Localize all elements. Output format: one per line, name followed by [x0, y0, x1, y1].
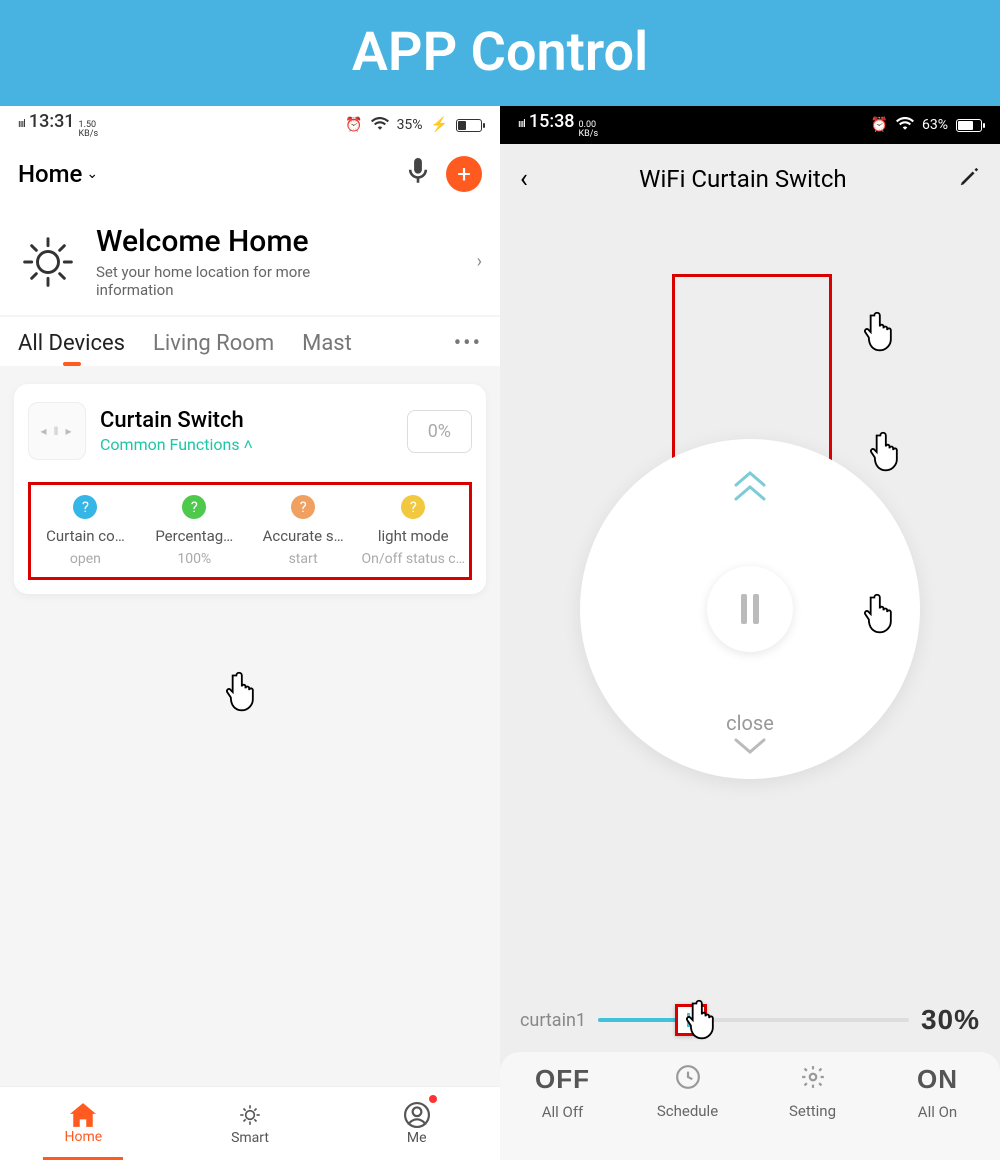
user-icon	[404, 1102, 430, 1128]
device-title: WiFi Curtain Switch	[528, 165, 958, 193]
device-card[interactable]: ◂ ‖ ▸ Curtain Switch Common Functions ˄ …	[14, 384, 486, 594]
home-screen: ıııl 13:31 1.50KB/s ⏰ 35% ⚡ Home ⌄	[0, 106, 500, 1160]
function-percentage[interactable]: ? Percentag… 100%	[140, 495, 249, 567]
chevron-down-icon: ⌄	[86, 166, 98, 182]
action-all-off[interactable]: OFF All Off	[500, 1064, 625, 1160]
tab-living-room[interactable]: Living Room	[153, 331, 274, 356]
edit-button[interactable]	[958, 166, 980, 193]
status-bar-right: ıııl 15:38 0.00KB/s ⏰ 63%	[500, 106, 1000, 144]
wifi-icon	[896, 116, 914, 134]
sun-icon	[18, 232, 78, 292]
welcome-title: Welcome Home	[96, 224, 376, 259]
function-light-mode[interactable]: ? light mode On/off status c…	[358, 495, 469, 567]
device-header: ‹ WiFi Curtain Switch	[500, 144, 1000, 214]
home-icon	[70, 1103, 96, 1127]
back-button[interactable]: ‹	[520, 164, 528, 194]
battery-icon	[456, 119, 482, 132]
bottom-nav: Home Smart Me	[0, 1086, 500, 1160]
device-control-screen: ıııl 15:38 0.00KB/s ⏰ 63% ‹ WiFi Curtain…	[500, 106, 1000, 1160]
battery-percent: 35%	[397, 117, 423, 133]
wifi-icon	[371, 116, 389, 134]
signal-icon: ıııl	[18, 117, 25, 130]
clock-icon	[625, 1064, 750, 1096]
hand-cursor-icon	[862, 430, 906, 474]
open-button[interactable]	[726, 467, 774, 511]
welcome-card[interactable]: Welcome Home Set your home location for …	[0, 204, 500, 315]
close-button[interactable]	[730, 730, 770, 763]
hand-cursor-icon	[856, 310, 900, 354]
slider-percent: 30%	[921, 1004, 980, 1036]
slider-label: curtain1	[520, 1010, 586, 1031]
functions-row: ? Curtain co… open ? Percentag… 100% ? A…	[28, 482, 472, 580]
tab-master[interactable]: Mast	[302, 331, 352, 356]
signal-icon: ıııl	[518, 117, 525, 130]
mic-icon[interactable]	[408, 158, 428, 190]
action-setting[interactable]: Setting	[750, 1064, 875, 1160]
sun-outline-icon	[237, 1102, 263, 1128]
alarm-icon: ⏰	[871, 117, 888, 133]
top-bar: Home ⌄ +	[0, 144, 500, 204]
slider-track[interactable]	[598, 1018, 909, 1022]
common-functions-toggle[interactable]: Common Functions ˄	[100, 435, 253, 455]
status-time: 13:31	[29, 111, 75, 132]
notification-dot-icon	[429, 1095, 437, 1103]
gear-icon	[750, 1064, 875, 1096]
tabs-more-icon[interactable]: •••	[454, 331, 482, 356]
status-time: 15:38	[529, 111, 575, 132]
status-kbs: 1.50KB/s	[79, 121, 99, 139]
tab-all-devices[interactable]: All Devices	[18, 331, 125, 356]
hand-cursor-icon	[218, 670, 262, 714]
status-bar-left: ıııl 13:31 1.50KB/s ⏰ 35% ⚡	[0, 106, 500, 144]
banner-title: APP Control	[0, 0, 1000, 106]
chevron-right-icon: ›	[477, 251, 482, 272]
bottom-actions: OFF All Off Schedule Setting ON All On	[500, 1052, 1000, 1160]
device-icon: ◂ ‖ ▸	[28, 402, 86, 460]
welcome-subtitle: Set your home location for more informat…	[96, 263, 376, 299]
alarm-icon: ⏰	[345, 117, 362, 133]
nav-me[interactable]: Me	[333, 1087, 500, 1160]
action-all-on[interactable]: ON All On	[875, 1064, 1000, 1160]
slider-row: curtain1 30%	[500, 1004, 1000, 1052]
function-accurate[interactable]: ? Accurate s… start	[249, 495, 358, 567]
device-name: Curtain Switch	[100, 408, 253, 433]
status-kbs: 0.00KB/s	[579, 121, 599, 139]
function-curtain-control[interactable]: ? Curtain co… open	[31, 495, 140, 567]
battery-icon	[956, 119, 982, 132]
add-button[interactable]: +	[446, 156, 482, 192]
room-tabs: All Devices Living Room Mast •••	[0, 317, 500, 366]
nav-home[interactable]: Home	[0, 1087, 167, 1160]
charge-icon: ⚡	[431, 117, 448, 133]
action-schedule[interactable]: Schedule	[625, 1064, 750, 1160]
pause-button[interactable]	[707, 566, 793, 652]
battery-percent: 63%	[922, 117, 948, 133]
slider-thumb[interactable]	[675, 1004, 707, 1036]
device-percent: 0%	[407, 410, 472, 453]
nav-smart[interactable]: Smart	[167, 1087, 334, 1160]
control-wheel: close	[580, 439, 920, 779]
home-dropdown[interactable]: Home ⌄	[18, 160, 98, 188]
